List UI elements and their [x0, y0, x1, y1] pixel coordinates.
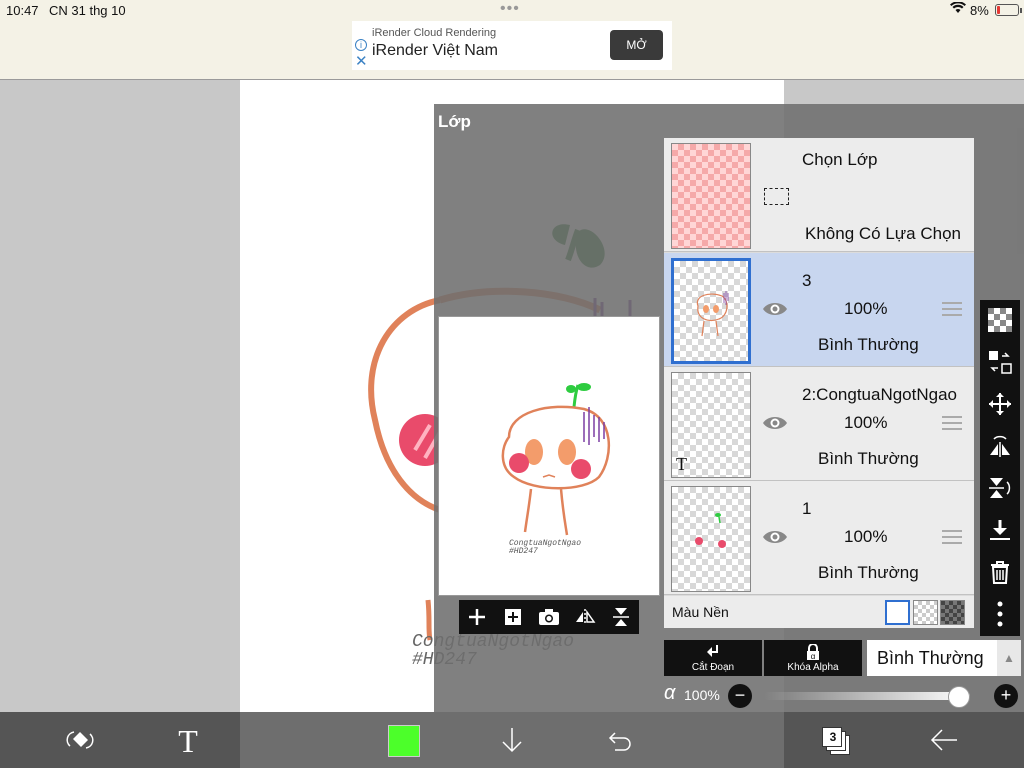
- layer-blend-mode: Bình Thường: [818, 449, 919, 468]
- layer-list: Chọn Lớp Không Có Lựa Chọn 3 100% Bình T…: [664, 138, 974, 628]
- svg-text:T: T: [178, 726, 198, 754]
- opacity-decrease-button[interactable]: −: [728, 684, 752, 708]
- alpha-lock-label: Khóa Alpha: [787, 662, 839, 673]
- drag-handle-icon[interactable]: [942, 415, 962, 431]
- layer-preview[interactable]: CongtuaNgotNgao #HD247: [438, 316, 660, 596]
- opacity-slider[interactable]: [764, 686, 970, 708]
- drag-handle-icon[interactable]: [942, 301, 962, 317]
- layer-thumbnail: [671, 258, 751, 364]
- background-checker-swatch[interactable]: [913, 600, 938, 625]
- opacity-row: α 100% − +: [664, 682, 1020, 708]
- background-color-row: Màu Nền: [664, 596, 974, 628]
- ad-info-icon[interactable]: i: [355, 39, 367, 51]
- background-white-swatch[interactable]: [885, 600, 910, 625]
- ad-title: iRender Việt Nam: [372, 42, 498, 59]
- svg-text:α: α: [811, 652, 816, 660]
- ad-open-button[interactable]: MỞ: [610, 30, 663, 60]
- visibility-eye-icon[interactable]: [762, 413, 788, 433]
- layer-selection-row[interactable]: Chọn Lớp Không Có Lựa Chọn: [664, 138, 974, 252]
- ad-bar: i ✕ iRender Cloud Rendering iRender Việt…: [0, 20, 1024, 80]
- opacity-increase-button[interactable]: +: [994, 684, 1018, 708]
- opacity-slider-knob[interactable]: [948, 686, 970, 708]
- selection-marquee-icon: [764, 188, 789, 205]
- drag-handle-icon[interactable]: [942, 529, 962, 545]
- selection-thumbnail: [671, 143, 751, 249]
- blend-mode-arrow-icon[interactable]: ▲: [997, 640, 1021, 676]
- layer-opacity: 100%: [844, 299, 888, 318]
- battery-percent: 8%: [970, 3, 989, 18]
- flip-rotate-horizontal-icon[interactable]: [986, 432, 1014, 460]
- flip-horizontal-icon[interactable]: [571, 603, 599, 631]
- add-layer-icon[interactable]: [463, 603, 491, 631]
- alpha-symbol: α: [664, 682, 676, 704]
- camera-icon[interactable]: [535, 603, 563, 631]
- clipping-label: Cắt Đoạn: [691, 662, 735, 673]
- flip-rotate-vertical-icon[interactable]: [986, 474, 1014, 502]
- visibility-eye-icon[interactable]: [762, 299, 788, 319]
- duplicate-layer-icon[interactable]: [499, 603, 527, 631]
- layer-thumbnail: [671, 486, 751, 592]
- selection-subtitle: Không Có Lựa Chọn: [805, 224, 961, 243]
- opacity-value: 100%: [684, 687, 720, 703]
- layer-row[interactable]: T 2:CongtuaNgotNgao 100% Bình Thường: [664, 367, 974, 481]
- layer-row[interactable]: 3 100% Bình Thường: [664, 253, 974, 367]
- alpha-lock-button[interactable]: α Khóa Alpha: [764, 640, 862, 676]
- preview-toolbar: [459, 600, 639, 634]
- text-layer-icon: T: [676, 454, 687, 474]
- layer-side-toolbar: [980, 300, 1020, 636]
- more-options-icon[interactable]: [986, 600, 1014, 628]
- workspace-left: [0, 80, 240, 712]
- move-icon[interactable]: [986, 390, 1014, 418]
- arrow-down-icon[interactable]: [496, 724, 528, 756]
- layer-count-badge: 3: [829, 730, 837, 744]
- flip-vertical-icon[interactable]: [607, 603, 635, 631]
- layer-opacity: 100%: [844, 527, 888, 546]
- layers-button[interactable]: 3: [822, 727, 850, 755]
- clipping-button[interactable]: Cắt Đoạn: [664, 640, 762, 676]
- battery-icon: [995, 4, 1022, 16]
- ad-subtitle: iRender Cloud Rendering: [372, 27, 497, 39]
- multitask-dots-icon[interactable]: •••: [500, 0, 520, 18]
- layer-name: 2:CongtuaNgotNgao: [802, 385, 958, 404]
- status-bar: 10:47 CN 31 thg 10 ••• 8%: [0, 0, 1024, 20]
- transparent-checker-icon[interactable]: [986, 306, 1014, 334]
- ad-close-icon[interactable]: ✕: [355, 52, 368, 70]
- lock-icon: α: [764, 640, 862, 662]
- undo-icon[interactable]: [604, 724, 636, 756]
- ad-banner[interactable]: i ✕ iRender Cloud Rendering iRender Việt…: [352, 21, 672, 70]
- layer-blend-mode: Bình Thường: [818, 335, 919, 354]
- layer-row[interactable]: 1 100% Bình Thường: [664, 481, 974, 595]
- back-arrow-icon[interactable]: [928, 724, 960, 756]
- layer-panel: Lớp CongtuaNgotNgao #HD247 Chọn Lớp Khôn…: [434, 104, 1024, 712]
- preview-artwork: CongtuaNgotNgao #HD247: [501, 383, 611, 556]
- transform-eraser-icon[interactable]: [64, 724, 96, 756]
- status-time: 10:47: [6, 3, 39, 18]
- selection-title: Chọn Lớp: [802, 150, 878, 169]
- visibility-eye-icon[interactable]: [762, 527, 788, 547]
- layer-panel-title: Lớp: [438, 112, 471, 131]
- merge-down-icon[interactable]: [986, 516, 1014, 544]
- layer-thumbnail: T: [671, 372, 751, 478]
- layer-transfer-icon[interactable]: [986, 348, 1014, 376]
- layer-blend-mode: Bình Thường: [818, 563, 919, 582]
- layer-name: 1: [802, 499, 812, 518]
- bottom-toolbar: T: [0, 712, 1024, 768]
- preview-watermark-2: #HD247: [509, 547, 538, 556]
- delete-trash-icon[interactable]: [986, 558, 1014, 586]
- current-color-swatch[interactable]: [388, 725, 420, 757]
- text-tool-icon[interactable]: T: [172, 724, 204, 756]
- status-date: CN 31 thg 10: [49, 3, 126, 18]
- layer-opacity: 100%: [844, 413, 888, 432]
- background-color-label: Màu Nền: [672, 604, 729, 620]
- background-dark-checker-swatch[interactable]: [940, 600, 965, 625]
- clipping-arrow-icon: [664, 640, 762, 662]
- layer-name: 3: [802, 271, 812, 290]
- wifi-icon: [950, 1, 966, 17]
